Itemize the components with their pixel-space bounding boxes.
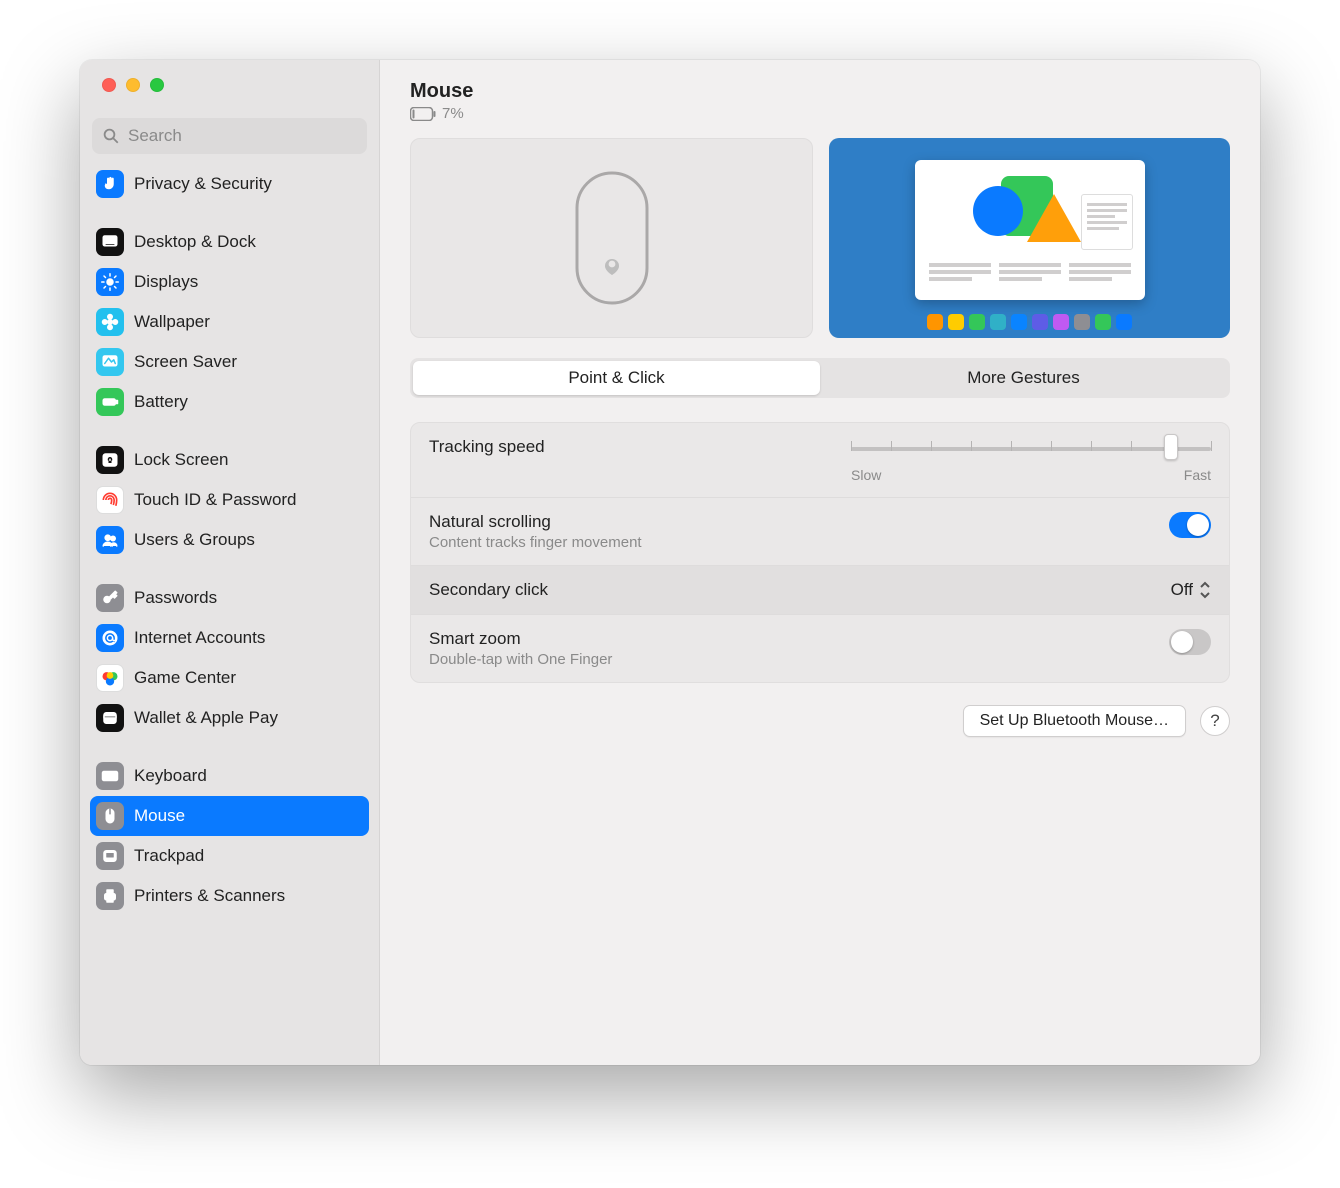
sidebar-item-label: Wallpaper xyxy=(134,312,210,332)
sidebar-item-trackpad[interactable]: Trackpad xyxy=(90,836,369,876)
natural-scrolling-label: Natural scrolling xyxy=(429,512,642,532)
sidebar-item-label: Game Center xyxy=(134,668,236,688)
trackpad-icon xyxy=(96,842,124,870)
sidebar-item-printers-scanners[interactable]: Printers & Scanners xyxy=(90,876,369,916)
gesture-preview xyxy=(829,138,1230,338)
chevron-up-down-icon xyxy=(1199,581,1211,599)
mouse-illustration-icon xyxy=(572,168,652,308)
search-icon xyxy=(102,127,120,145)
sidebar-item-label: Internet Accounts xyxy=(134,628,265,648)
sidebar-item-label: Desktop & Dock xyxy=(134,232,256,252)
sidebar-item-passwords[interactable]: Passwords xyxy=(90,578,369,618)
titlebar xyxy=(80,60,379,110)
dock-icon xyxy=(96,228,124,256)
battery-percent: 7% xyxy=(442,105,464,122)
gamecenter-icon xyxy=(96,664,124,692)
brightness-icon xyxy=(96,268,124,296)
smart-zoom-sub: Double-tap with One Finger xyxy=(429,651,612,668)
mouse-preview xyxy=(410,138,813,338)
tracking-slider[interactable]: Slow Fast xyxy=(851,437,1211,483)
sidebar-item-label: Printers & Scanners xyxy=(134,886,285,906)
search-input[interactable] xyxy=(128,126,357,146)
tab-more-gestures[interactable]: More Gestures xyxy=(820,361,1227,395)
sidebar-item-mouse[interactable]: Mouse xyxy=(90,796,369,836)
sidebar-item-privacy-security[interactable]: Privacy & Security xyxy=(90,164,369,204)
close-window-button[interactable] xyxy=(102,78,116,92)
sidebar-item-label: Users & Groups xyxy=(134,530,255,550)
battery-icon xyxy=(96,388,124,416)
at-icon xyxy=(96,624,124,652)
sidebar-item-label: Battery xyxy=(134,392,188,412)
tracking-speed-row: Tracking speed Slow Fast xyxy=(411,423,1229,498)
sidebar-item-touch-id[interactable]: Touch ID & Password xyxy=(90,480,369,520)
sidebar-item-label: Passwords xyxy=(134,588,217,608)
sidebar-item-label: Trackpad xyxy=(134,846,204,866)
natural-scrolling-row: Natural scrolling Content tracks finger … xyxy=(411,498,1229,566)
sidebar-item-wallpaper[interactable]: Wallpaper xyxy=(90,302,369,342)
users-icon xyxy=(96,526,124,554)
secondary-click-value: Off xyxy=(1171,580,1193,600)
sidebar-item-wallet-apple-pay[interactable]: Wallet & Apple Pay xyxy=(90,698,369,738)
sidebar-item-label: Mouse xyxy=(134,806,185,826)
secondary-click-label: Secondary click xyxy=(429,580,548,600)
natural-scrolling-sub: Content tracks finger movement xyxy=(429,534,642,551)
fingerprint-icon xyxy=(96,486,124,514)
hand-icon xyxy=(96,170,124,198)
sidebar-item-label: Lock Screen xyxy=(134,450,229,470)
natural-scrolling-toggle[interactable] xyxy=(1169,512,1211,538)
tab-point-click[interactable]: Point & Click xyxy=(413,361,820,395)
sidebar-item-internet-accounts[interactable]: Internet Accounts xyxy=(90,618,369,658)
sidebar-item-users-groups[interactable]: Users & Groups xyxy=(90,520,369,560)
settings-group: Tracking speed Slow Fast xyxy=(410,422,1230,683)
mouse-icon xyxy=(96,802,124,830)
keyboard-icon xyxy=(96,762,124,790)
wallet-icon xyxy=(96,704,124,732)
tab-control[interactable]: Point & ClickMore Gestures xyxy=(410,358,1230,398)
sidebar: Privacy & Security Desktop & Dock Displays… xyxy=(80,60,380,1065)
help-button[interactable]: ? xyxy=(1200,706,1230,736)
tracking-slider-knob[interactable] xyxy=(1164,434,1178,460)
sidebar-item-game-center[interactable]: Game Center xyxy=(90,658,369,698)
settings-window: Privacy & Security Desktop & Dock Displays… xyxy=(80,60,1260,1065)
flower-icon xyxy=(96,308,124,336)
main-header: Mouse 7% xyxy=(380,60,1260,128)
screensaver-icon xyxy=(96,348,124,376)
sidebar-item-displays[interactable]: Displays xyxy=(90,262,369,302)
sidebar-item-label: Privacy & Security xyxy=(134,174,272,194)
sidebar-item-label: Keyboard xyxy=(134,766,207,786)
tracking-speed-label: Tracking speed xyxy=(429,437,545,457)
sidebar-item-label: Wallet & Apple Pay xyxy=(134,708,278,728)
page-title: Mouse xyxy=(410,80,1230,103)
secondary-click-row[interactable]: Secondary click Off xyxy=(411,566,1229,615)
sidebar-item-screen-saver[interactable]: Screen Saver xyxy=(90,342,369,382)
printer-icon xyxy=(96,882,124,910)
sidebar-item-battery[interactable]: Battery xyxy=(90,382,369,422)
sidebar-item-keyboard[interactable]: Keyboard xyxy=(90,756,369,796)
battery-status: 7% xyxy=(410,105,1230,122)
search-field[interactable] xyxy=(92,118,367,154)
lock-icon xyxy=(96,446,124,474)
battery-icon xyxy=(410,107,436,121)
slider-max-label: Fast xyxy=(1184,467,1211,483)
slider-min-label: Slow xyxy=(851,467,881,483)
preview-row xyxy=(410,138,1230,338)
main-pane: Mouse 7% xyxy=(380,60,1260,1065)
smart-zoom-toggle[interactable] xyxy=(1169,629,1211,655)
sidebar-list[interactable]: Privacy & Security Desktop & Dock Displays… xyxy=(80,162,379,1065)
smart-zoom-label: Smart zoom xyxy=(429,629,612,649)
sidebar-item-desktop-dock[interactable]: Desktop & Dock xyxy=(90,222,369,262)
sidebar-item-label: Displays xyxy=(134,272,198,292)
sidebar-item-label: Screen Saver xyxy=(134,352,237,372)
footer-row: Set Up Bluetooth Mouse… ? xyxy=(410,705,1230,737)
smart-zoom-row: Smart zoom Double-tap with One Finger xyxy=(411,615,1229,682)
setup-bluetooth-button[interactable]: Set Up Bluetooth Mouse… xyxy=(963,705,1186,737)
sidebar-item-label: Touch ID & Password xyxy=(134,490,297,510)
sidebar-item-lock-screen[interactable]: Lock Screen xyxy=(90,440,369,480)
key-icon xyxy=(96,584,124,612)
secondary-click-select[interactable]: Off xyxy=(1171,580,1211,600)
zoom-window-button[interactable] xyxy=(150,78,164,92)
minimize-window-button[interactable] xyxy=(126,78,140,92)
